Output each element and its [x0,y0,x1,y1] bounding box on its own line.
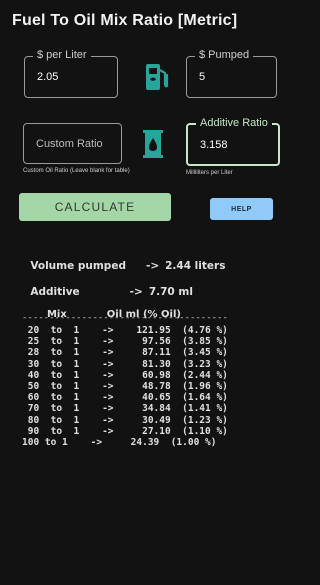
table-row: 50 to 1 -> 48.78 (1.96 %) [22,380,228,392]
additive-ratio-value: 3.158 [200,138,228,151]
help-button[interactable]: HELP [210,198,273,220]
table-row: 70 to 1 -> 34.84 (1.41 %) [22,403,228,415]
additive-ratio-helper: Milliliters per Liter [186,170,233,176]
table-row: 80 to 1 -> 30.49 (1.23 %) [22,414,228,426]
table-divider: -------------------------------------- [22,313,228,323]
table-row: 20 to 1 -> 121.95 (4.76 %) [22,325,228,336]
additive-summary: Additive -> 7.70 ml [23,274,193,298]
custom-ratio-placeholder: Custom Ratio [36,137,103,150]
additive-ratio-field[interactable]: Additive Ratio 3.158 [186,117,280,166]
table-row: 90 to 1 -> 27.10 (1.10 %) [22,425,228,437]
dollars-pumped-label: $ Pumped [195,49,254,61]
table-row: 30 to 1 -> 81.30 (3.23 %) [22,358,228,370]
table-row: 60 to 1 -> 40.65 (1.64 %) [22,392,228,404]
calculate-button[interactable]: CALCULATE [19,193,171,221]
custom-ratio-field[interactable]: Custom Ratio [23,123,122,164]
table-row: 28 to 1 -> 87.11 (3.45 %) [22,347,228,359]
table-row: 100 to 1 -> 24.39 (1.00 %) [22,436,217,448]
volume-label: Volume pumped [30,260,126,272]
dollars-pumped-field[interactable]: $ Pumped 5 [186,49,277,98]
custom-ratio-helper: Custom Oil Ratio (Leave blank for table) [23,168,130,174]
price-per-liter-label: $ per Liter [33,49,91,61]
table-row: 25 to 1 -> 97.56 (3.85 %) [22,336,228,348]
volume-summary: Volume pumped -> 2.44 liters [23,248,225,272]
table-rows: 20 to 1 -> 121.95 (4.76 %) 25 to 1 -> 97… [22,325,228,448]
table-row: 40 to 1 -> 60.98 (2.44 %) [22,369,228,381]
additive-ratio-label: Additive Ratio [196,117,272,129]
volume-arrow: -> [145,260,160,272]
gas-pump-icon [144,62,170,92]
dollars-pumped-value: 5 [199,71,206,83]
additive-arrow: -> [129,286,143,298]
price-per-liter-field[interactable]: $ per Liter 2.05 [24,49,118,98]
volume-value: 2.44 liters [165,260,226,272]
additive-label: Additive [30,286,80,298]
oil-barrel-icon [141,129,165,159]
additive-value: 7.70 ml [148,286,193,298]
price-per-liter-value: 2.05 [37,71,59,83]
page-title: Fuel To Oil Mix Ratio [Metric] [12,12,238,29]
